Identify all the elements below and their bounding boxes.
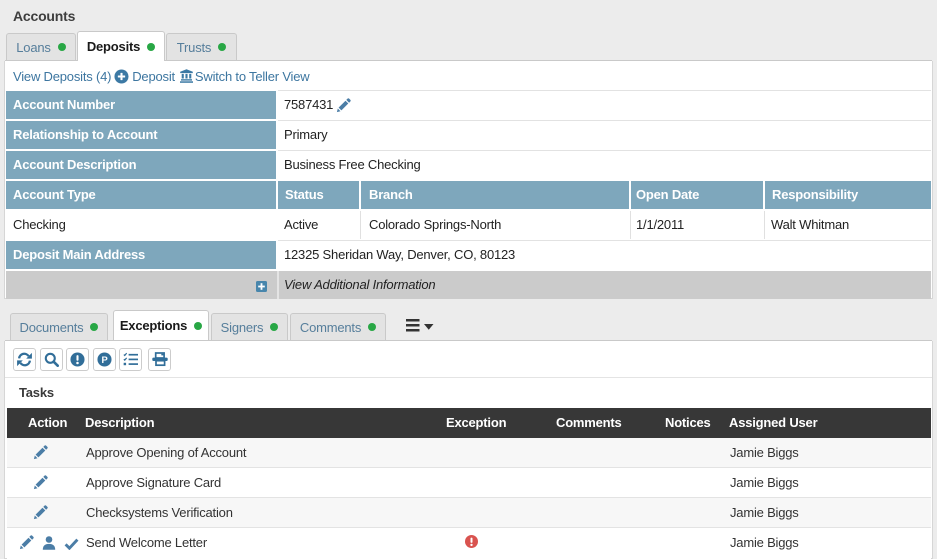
svg-text:P: P — [101, 355, 107, 365]
